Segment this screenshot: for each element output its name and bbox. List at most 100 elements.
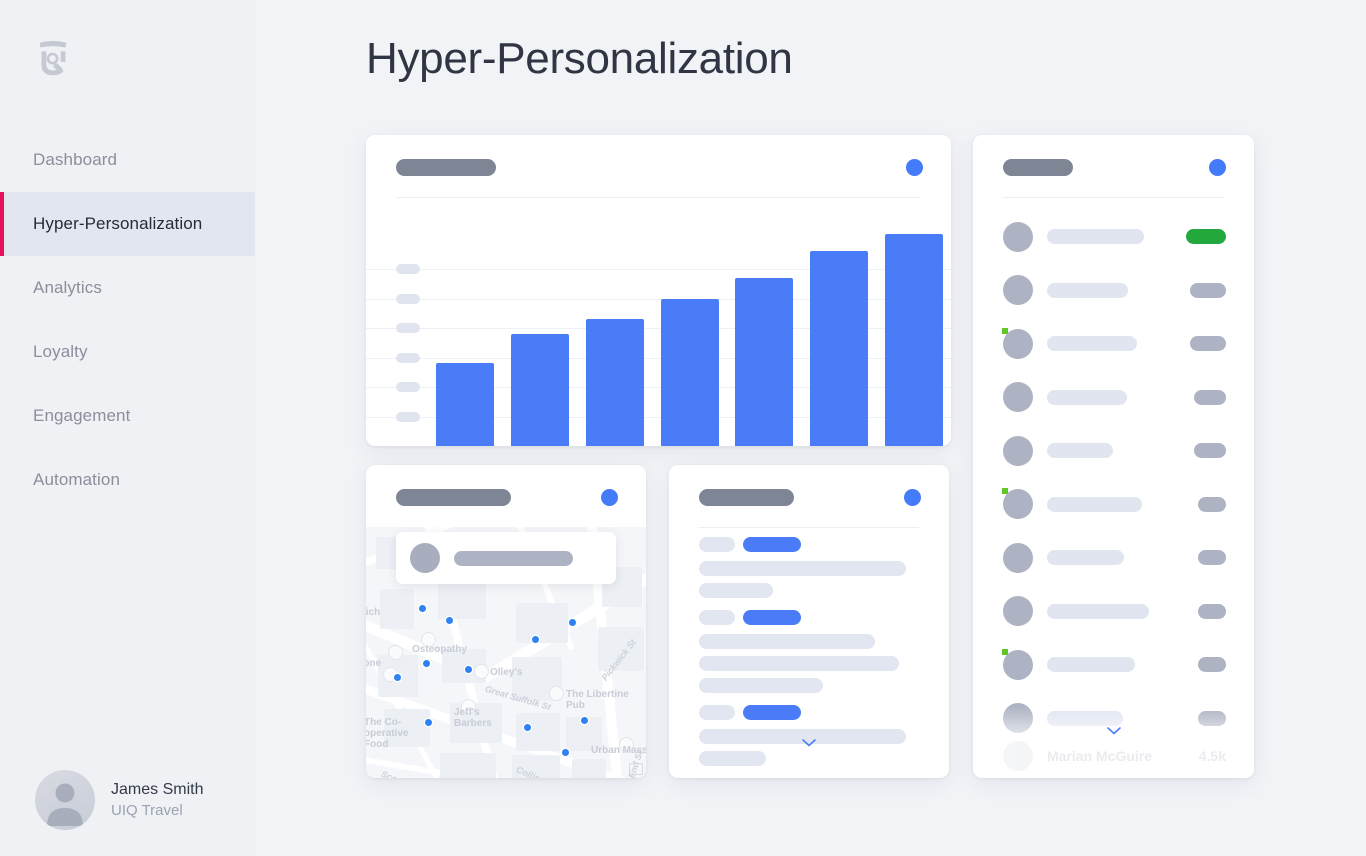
map-pin[interactable] [569,619,576,626]
chart-bar[interactable] [585,319,644,446]
feed-tag-primary[interactable] [743,537,801,552]
sidebar-item-analytics[interactable]: Analytics [0,256,255,320]
sidebar-item-label: Dashboard [33,150,118,169]
list-row-name-placeholder [1047,229,1144,245]
chart-card-title-placeholder [396,159,496,176]
round-avatar-icon [1003,275,1033,306]
map-poi-ring-icon [474,664,489,679]
chart-bar-slot [802,210,877,446]
chart-bar[interactable] [735,277,794,446]
feed-text-placeholder [699,678,823,693]
map-card-menu-dot-icon[interactable] [601,489,618,506]
feed-tag-secondary [699,537,735,552]
status-badge [1194,389,1226,405]
status-badge [1198,603,1226,619]
user-profile[interactable]: James Smith UIQ Travel [0,770,255,830]
feed-card [669,465,949,778]
map-pin[interactable] [524,724,531,731]
map-pin[interactable] [419,605,426,612]
feed-text-placeholder [699,583,773,598]
chart-bar[interactable] [436,363,495,446]
chevron-down-icon [1106,727,1121,735]
status-badge [1198,496,1226,512]
chart-bar[interactable] [809,251,868,446]
sidebar-item-hyper-personalization[interactable]: Hyper-Personalization [0,192,255,256]
list-row[interactable] [973,638,1254,692]
feed-card-menu-dot-icon[interactable] [904,489,921,506]
chart-bar-slot [428,210,503,446]
map-pin[interactable] [394,674,401,681]
map-card-title-placeholder [396,489,511,506]
status-badge [1190,282,1226,298]
list-row-count: 4.5k [1198,748,1226,764]
chart-card-menu-dot-icon[interactable] [906,159,923,176]
feed-group-header [699,610,919,625]
chart-bar[interactable] [511,333,570,446]
feed-card-header [669,465,949,528]
map-poi-ring-icon [421,632,436,647]
status-badge [1198,550,1226,566]
sidebar-item-dashboard[interactable]: Dashboard [0,128,255,192]
chart-y-tick-label [396,293,420,304]
map-pin[interactable] [562,749,569,756]
feed-group[interactable] [699,537,919,598]
map-poi-ring-icon [388,645,403,660]
sidebar-item-engagement[interactable]: Engagement [0,384,255,448]
list-rows-container [973,210,1254,778]
map-pin[interactable] [446,617,453,624]
list-row[interactable] [973,371,1254,425]
list-row[interactable] [973,210,1254,264]
list-row-name-placeholder [1047,282,1128,298]
uiq-magnifier-logo-icon [39,41,67,76]
chart-bars [428,210,951,446]
map-surface[interactable]: OsteopathyfonewichOlley'sThe Libertine P… [366,527,646,778]
list-row[interactable] [973,585,1254,639]
chart-bar[interactable] [884,233,943,446]
list-card: Marian McGuire 4.5k [973,135,1254,778]
chart-y-tick-label [396,323,420,333]
feed-group-header [699,705,919,720]
chart-y-axis-ticks [396,210,424,446]
list-row[interactable] [973,424,1254,478]
round-avatar-icon [1002,648,1033,680]
chart-bar-slot [876,210,951,446]
list-row[interactable] [973,478,1254,532]
chart-bar[interactable] [660,298,719,446]
brand-logo[interactable] [0,0,255,118]
sidebar-item-label: Engagement [33,406,131,425]
list-row-name-placeholder [1047,336,1137,352]
map-pin[interactable] [532,636,539,643]
list-row[interactable] [973,531,1254,585]
list-card-menu-dot-icon[interactable] [1209,159,1226,176]
feed-group[interactable] [699,610,919,693]
user-org: UIQ Travel [111,801,183,819]
round-avatar-icon [1003,382,1033,413]
round-avatar-icon [1003,741,1033,771]
map-poi-ring-icon [461,699,476,714]
list-row[interactable]: Marian McGuire 4.5k [973,734,1254,778]
map-attribution-icon[interactable] [629,763,643,775]
round-avatar-icon [1003,703,1033,734]
status-badge [1194,443,1226,459]
bar-chart [366,210,951,446]
list-row[interactable] [973,264,1254,318]
map-pin[interactable] [581,717,588,724]
sidebar-nav: Dashboard Hyper-Personalization Analytic… [0,128,255,512]
chart-bar-slot [503,210,578,446]
map-pin[interactable] [465,666,472,673]
chart-bar-slot [577,210,652,446]
feed-tag-primary[interactable] [743,705,801,720]
list-expand-button[interactable] [1106,722,1121,740]
status-badge [1186,229,1226,245]
map-overlay-profile-card[interactable] [396,532,616,584]
map-pin[interactable] [425,719,432,726]
sidebar-item-label: Analytics [33,278,102,297]
sidebar-item-loyalty[interactable]: Loyalty [0,320,255,384]
list-row[interactable] [973,317,1254,371]
feed-expand-button[interactable] [802,734,816,752]
sidebar-item-automation[interactable]: Automation [0,448,255,512]
status-badge [1198,657,1226,673]
map-pin[interactable] [423,660,430,667]
feed-tag-primary[interactable] [743,610,801,625]
avatar [35,770,95,830]
